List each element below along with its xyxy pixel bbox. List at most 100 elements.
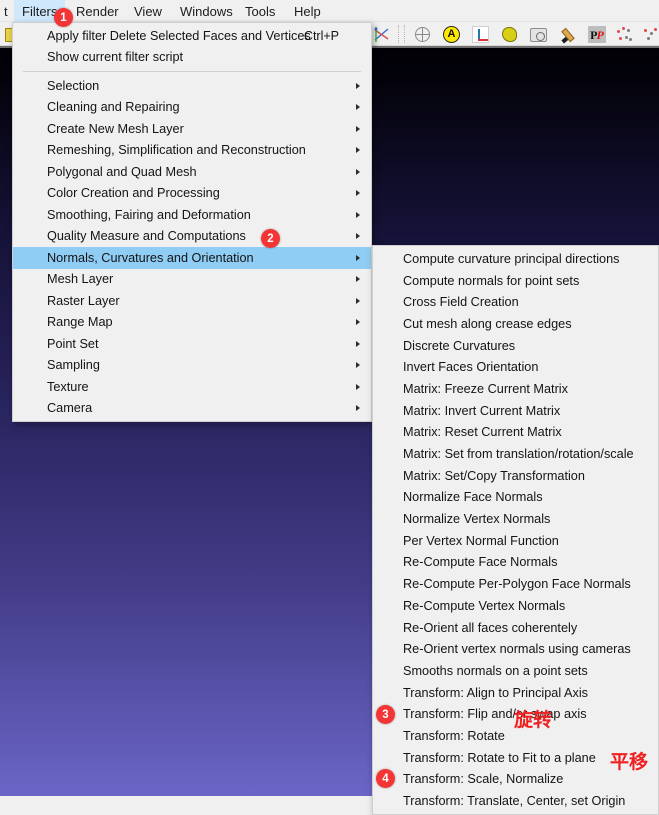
menu-item-label: Transform: Rotate to Fit to a plane <box>403 750 596 765</box>
menu-item-label: Transform: Flip and/or swap axis <box>403 707 587 722</box>
menu-item-smoothing-fairing-deformation[interactable]: Smoothing, Fairing and Deformation <box>13 204 371 226</box>
submenu-item-matrix-freeze-current-matrix[interactable]: Matrix: Freeze Current Matrix <box>373 378 658 400</box>
submenu-item-per-vertex-normal-function[interactable]: Per Vertex Normal Function <box>373 530 658 552</box>
pp-picture-icon[interactable]: PP <box>586 24 607 45</box>
menu-item-polygonal-and-quad-mesh[interactable]: Polygonal and Quad Mesh <box>13 161 371 183</box>
menu-item-label: Transform: Rotate <box>403 728 505 743</box>
paint-brush-icon[interactable] <box>557 24 578 45</box>
menu-item-label: Sampling <box>47 358 100 373</box>
submenu-item-normalize-vertex-normals[interactable]: Normalize Vertex Normals <box>373 508 658 530</box>
chevron-right-icon <box>356 125 360 132</box>
menu-item-color-creation-and-processing[interactable]: Color Creation and Processing <box>13 183 371 205</box>
menubar-item-tools-label: Tools <box>245 3 276 19</box>
submenu-item-re-compute-per-polygon-face-normals[interactable]: Re-Compute Per-Polygon Face Normals <box>373 573 658 595</box>
submenu-item-invert-faces-orientation[interactable]: Invert Faces Orientation <box>373 356 658 378</box>
menu-item-label: Texture <box>47 379 89 394</box>
point-cloud-2-icon[interactable] <box>641 24 659 45</box>
menu-item-label: Smooths normals on a point sets <box>403 663 588 678</box>
menu-item-label: Discrete Curvatures <box>403 338 516 353</box>
menu-item-show-current-filter-script[interactable]: Show current filter script <box>13 47 371 69</box>
menubar-item-view-label: View <box>134 3 162 19</box>
menu-item-label: Point Set <box>47 336 99 351</box>
pear-measure-icon[interactable] <box>499 24 520 45</box>
menu-item-label: Compute normals for point sets <box>403 273 580 288</box>
menu-item-label: Transform: Translate, Center, set Origin <box>403 794 626 809</box>
chevron-right-icon <box>356 362 360 369</box>
menubar-item-help[interactable]: Help <box>286 0 329 22</box>
submenu-item-cut-mesh-along-crease-edges[interactable]: Cut mesh along crease edges <box>373 313 658 335</box>
annotation-note-rotate: 旋转 <box>514 709 553 731</box>
axes-origin-icon[interactable] <box>470 24 491 45</box>
chevron-right-icon <box>356 211 360 218</box>
menu-item-label: Re-Compute Vertex Normals <box>403 598 566 613</box>
menubar-item-view[interactable]: View <box>126 0 170 22</box>
globe-icon[interactable] <box>412 24 433 45</box>
camera-alignment-icon[interactable] <box>528 24 549 45</box>
menu-item-apply-filter[interactable]: Apply filter Delete Selected Faces and V… <box>13 25 371 47</box>
menu-item-camera[interactable]: Camera <box>13 398 371 420</box>
menu-item-label: Invert Faces Orientation <box>403 360 539 375</box>
menu-item-range-map[interactable]: Range Map <box>13 312 371 334</box>
submenu-item-transform-align-to-principal-axis[interactable]: Transform: Align to Principal Axis <box>373 682 658 704</box>
menu-item-label: Matrix: Freeze Current Matrix <box>403 381 568 396</box>
menu-item-label: Smoothing, Fairing and Deformation <box>47 207 251 222</box>
annotation-note-translate: 平移 <box>610 751 649 773</box>
menu-item-create-new-mesh-layer[interactable]: Create New Mesh Layer <box>13 118 371 140</box>
menubar-item-tools[interactable]: Tools <box>237 0 283 22</box>
align-a-icon[interactable]: A <box>441 24 462 45</box>
menu-item-sampling[interactable]: Sampling <box>13 355 371 377</box>
submenu-item-re-compute-vertex-normals[interactable]: Re-Compute Vertex Normals <box>373 595 658 617</box>
menu-item-label: Transform: Scale, Normalize <box>403 772 564 787</box>
menu-item-texture[interactable]: Texture <box>13 376 371 398</box>
badge-number: 1 <box>60 11 67 24</box>
submenu-item-matrix-set-from-translation-rotation-scale[interactable]: Matrix: Set from translation/rotation/sc… <box>373 443 658 465</box>
menu-item-selection[interactable]: Selection <box>13 75 371 97</box>
annotation-badge-3: 3 <box>376 705 395 724</box>
chevron-right-icon <box>356 340 360 347</box>
menubar-item-render-label: Render <box>76 3 119 19</box>
submenu-item-smooths-normals-on-a-point-sets[interactable]: Smooths normals on a point sets <box>373 660 658 682</box>
menu-item-label: Cross Field Creation <box>403 295 519 310</box>
axes-cross-icon[interactable] <box>371 24 392 45</box>
menu-item-label: Re-Compute Face Normals <box>403 555 558 570</box>
chevron-right-icon <box>356 383 360 390</box>
menu-item-label: Apply filter Delete Selected Faces and V… <box>47 28 311 43</box>
menu-item-label: Raster Layer <box>47 293 120 308</box>
submenu-item-discrete-curvatures[interactable]: Discrete Curvatures <box>373 335 658 357</box>
submenu-item-transform-translate-center-set-origin[interactable]: Transform: Translate, Center, set Origin <box>373 790 658 812</box>
menu-item-raster-layer[interactable]: Raster Layer <box>13 290 371 312</box>
menu-item-point-set[interactable]: Point Set <box>13 333 371 355</box>
submenu-item-compute-curvature-principal-directions[interactable]: Compute curvature principal directions <box>373 248 658 270</box>
filters-menu: Apply filter Delete Selected Faces and V… <box>12 22 372 422</box>
chevron-right-icon <box>356 168 360 175</box>
menu-item-label: Cleaning and Repairing <box>47 100 180 115</box>
menu-item-quality-measure-and-computations[interactable]: Quality Measure and Computations <box>13 226 371 248</box>
chevron-right-icon <box>356 233 360 240</box>
menu-item-normals-curvatures-orientation[interactable]: Normals, Curvatures and Orientation <box>13 247 371 269</box>
menu-item-label: Remeshing, Simplification and Reconstruc… <box>47 143 306 158</box>
menu-item-label: Show current filter script <box>47 50 184 65</box>
submenu-item-re-compute-face-normals[interactable]: Re-Compute Face Normals <box>373 552 658 574</box>
menu-item-remeshing-simplification-reconstruction[interactable]: Remeshing, Simplification and Reconstruc… <box>13 140 371 162</box>
submenu-item-normalize-face-normals[interactable]: Normalize Face Normals <box>373 487 658 509</box>
menu-item-label: Create New Mesh Layer <box>47 121 184 136</box>
menubar: t Filters Render View Windows Tools Help <box>0 0 659 22</box>
submenu-item-matrix-invert-current-matrix[interactable]: Matrix: Invert Current Matrix <box>373 400 658 422</box>
menu-separator <box>23 71 361 72</box>
submenu-item-re-orient-all-faces-coherentely[interactable]: Re-Orient all faces coherentely <box>373 617 658 639</box>
annotation-badge-4: 4 <box>376 769 395 788</box>
menubar-item-windows[interactable]: Windows <box>172 0 241 22</box>
submenu-item-re-orient-vertex-normals-using-cameras[interactable]: Re-Orient vertex normals using cameras <box>373 638 658 660</box>
menu-item-label: Quality Measure and Computations <box>47 229 246 244</box>
submenu-item-matrix-reset-current-matrix[interactable]: Matrix: Reset Current Matrix <box>373 422 658 444</box>
submenu-item-matrix-set-copy-transformation[interactable]: Matrix: Set/Copy Transformation <box>373 465 658 487</box>
menu-item-label: Color Creation and Processing <box>47 186 220 201</box>
menu-item-mesh-layer[interactable]: Mesh Layer <box>13 269 371 291</box>
menu-item-cleaning-and-repairing[interactable]: Cleaning and Repairing <box>13 97 371 119</box>
point-cloud-icon[interactable] <box>614 24 635 45</box>
menu-item-label: Matrix: Set/Copy Transformation <box>403 468 585 483</box>
menubar-item-render[interactable]: Render <box>68 0 127 22</box>
submenu-item-compute-normals-for-point-sets[interactable]: Compute normals for point sets <box>373 270 658 292</box>
menu-item-label: Re-Orient vertex normals using cameras <box>403 642 631 657</box>
submenu-item-cross-field-creation[interactable]: Cross Field Creation <box>373 291 658 313</box>
